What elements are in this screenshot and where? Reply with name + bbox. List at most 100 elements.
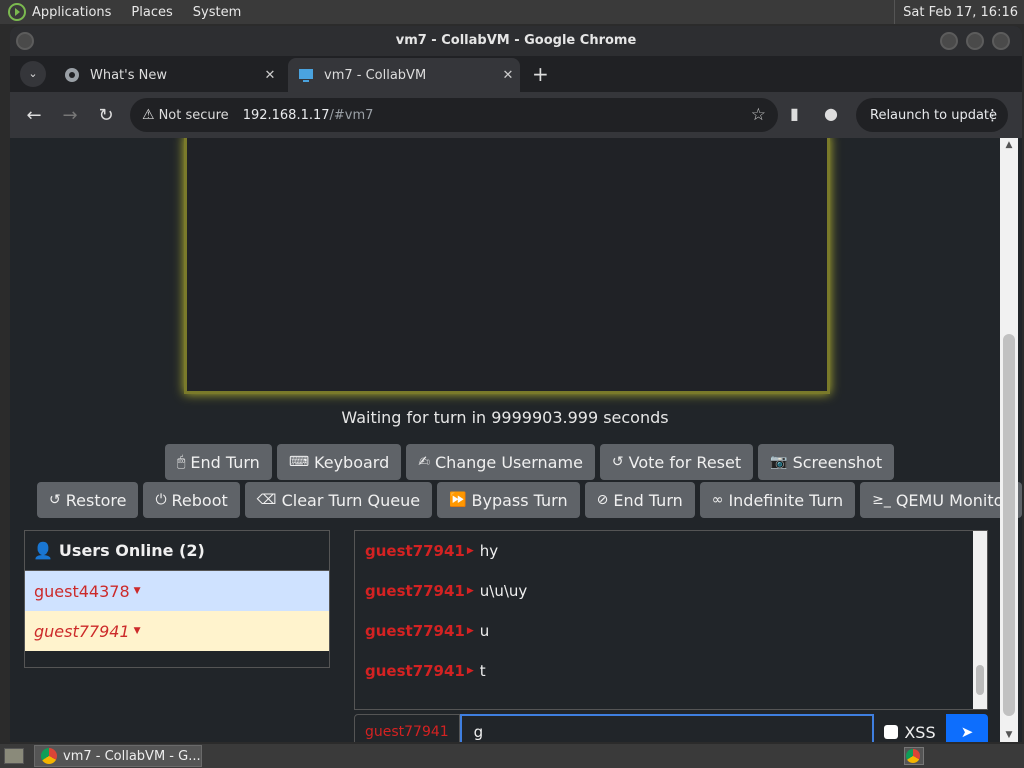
caret-down-icon: ▼ bbox=[133, 626, 141, 636]
vm-actions-row-1: 🖱 End Turn ⌨ Keyboard ✍ Change Username ↺ Vote … bbox=[165, 444, 895, 480]
tab-close-icon[interactable]: ✕ bbox=[496, 68, 520, 83]
chat-message: guest77941 ▶ u\u\uy bbox=[355, 571, 987, 611]
side-panel-icon[interactable]: ▮ bbox=[790, 104, 799, 123]
caret-right-icon: ▶ bbox=[466, 626, 474, 636]
task-label: vm7 - CollabVM - G... bbox=[63, 748, 201, 764]
mouse-icon: 🖱 bbox=[177, 454, 186, 470]
change-username-button[interactable]: ✍ Change Username bbox=[406, 444, 595, 480]
chrome-icon bbox=[65, 68, 79, 82]
chat-username: guest77941 bbox=[354, 714, 460, 742]
reload-icon[interactable]: ↻ bbox=[88, 105, 124, 126]
camera-icon: 📷 bbox=[770, 454, 788, 470]
button-label: Indefinite Turn bbox=[728, 490, 844, 510]
caret-right-icon: ▶ bbox=[466, 666, 474, 676]
back-arrow-icon[interactable]: ← bbox=[16, 105, 52, 126]
xss-label: XSS bbox=[904, 722, 936, 742]
system-menu[interactable]: System bbox=[193, 5, 241, 20]
user-entry[interactable]: guest44378 ▼ bbox=[25, 571, 329, 611]
chat-message-user[interactable]: guest77941 bbox=[365, 662, 465, 680]
chat-message-text: t bbox=[479, 662, 486, 680]
minimize-icon[interactable] bbox=[940, 32, 958, 50]
chat-message-text: hy bbox=[479, 542, 499, 560]
button-label: Bypass Turn bbox=[471, 490, 568, 510]
user-entry[interactable]: guest77941 ▼ bbox=[25, 611, 329, 651]
chat-scrollbar[interactable] bbox=[973, 531, 987, 709]
chat-message: guest77941 ▶ t bbox=[355, 651, 987, 691]
distro-logo-icon[interactable] bbox=[8, 3, 26, 21]
button-label: End Turn bbox=[190, 452, 260, 472]
paper-plane-icon: ➤ bbox=[960, 723, 974, 741]
end-turn-button[interactable]: ⊘ End Turn bbox=[584, 482, 695, 518]
button-label: Screenshot bbox=[792, 452, 883, 472]
page-viewport: Waiting for turn in 9999903.999 seconds … bbox=[10, 138, 1022, 742]
forward-arrow-icon[interactable]: → bbox=[52, 105, 88, 126]
chat-message-user[interactable]: guest77941 bbox=[365, 622, 465, 640]
tab-close-icon[interactable]: ✕ bbox=[258, 68, 282, 83]
window-titlebar[interactable]: vm7 - CollabVM - Google Chrome bbox=[10, 26, 1022, 56]
infinity-icon: ∞ bbox=[711, 492, 724, 508]
warning-icon[interactable]: ⚠ bbox=[142, 107, 155, 123]
relaunch-label: Relaunch to update bbox=[870, 107, 998, 123]
new-tab-plus-icon[interactable]: + bbox=[532, 62, 549, 86]
turn-status: Waiting for turn in 9999903.999 seconds bbox=[341, 408, 669, 427]
button-label: QEMU Monitor bbox=[895, 490, 1010, 510]
tray-chrome-icon[interactable] bbox=[904, 747, 924, 765]
tab-search-chevron-icon[interactable]: ⌄ bbox=[20, 61, 46, 87]
taskbar-chrome-task[interactable]: vm7 - CollabVM - G... bbox=[34, 745, 202, 767]
chat-input[interactable]: g bbox=[459, 714, 875, 742]
vm-display[interactable] bbox=[184, 138, 830, 394]
relaunch-button[interactable]: Relaunch to update ⋮ bbox=[856, 98, 1008, 132]
chat-log[interactable]: guest77941 ▶ hy guest77941 ▶ u\u\uy guest77941… bbox=[354, 530, 988, 710]
show-desktop-icon[interactable] bbox=[4, 748, 24, 764]
screenshot-button[interactable]: 📷 Screenshot bbox=[758, 444, 895, 480]
security-indicator[interactable]: Not secure bbox=[159, 108, 229, 123]
desktop-top-panel: Applications Places System Sat Feb 17, 1… bbox=[0, 0, 1024, 24]
end-turn-button[interactable]: 🖱 End Turn bbox=[165, 444, 272, 480]
forward-icon: ⏩ bbox=[449, 492, 467, 508]
button-label: Restore bbox=[65, 490, 127, 510]
tab-strip: ⌄ What's New ✕ vm7 - CollabVM ✕ + bbox=[10, 56, 1022, 92]
applications-menu[interactable]: Applications bbox=[32, 5, 111, 20]
user-name: guest44378 bbox=[34, 581, 130, 601]
bookmark-star-icon[interactable]: ☆ bbox=[751, 105, 766, 125]
ban-icon: ⊘ bbox=[596, 492, 609, 508]
url-host[interactable]: 192.168.1.17 bbox=[243, 108, 330, 123]
clear-turn-queue-button[interactable]: ⌫ Clear Turn Queue bbox=[244, 482, 433, 518]
indefinite-turn-button[interactable]: ∞ Indefinite Turn bbox=[699, 482, 856, 518]
button-label: End Turn bbox=[613, 490, 683, 510]
chat-message-text: u\u\uy bbox=[479, 582, 528, 600]
xss-toggle[interactable]: XSS bbox=[874, 714, 947, 742]
chat-message-user[interactable]: guest77941 bbox=[365, 542, 465, 560]
page-scrollbar[interactable]: ▲ ▼ bbox=[1000, 138, 1018, 742]
keyboard-button[interactable]: ⌨ Keyboard bbox=[276, 444, 402, 480]
kebab-menu-icon[interactable]: ⋮ bbox=[985, 106, 1000, 124]
panel-clock[interactable]: Sat Feb 17, 16:16 bbox=[894, 0, 1024, 24]
chat-input-bar: guest77941 g XSS ➤ bbox=[354, 714, 988, 742]
reboot-button[interactable]: ⏻ Reboot bbox=[143, 482, 240, 518]
vote-for-reset-button[interactable]: ↺ Vote for Reset bbox=[599, 444, 754, 480]
bypass-turn-button[interactable]: ⏩ Bypass Turn bbox=[437, 482, 580, 518]
window-menu-icon[interactable] bbox=[16, 32, 34, 50]
tab-whats-new[interactable]: What's New ✕ bbox=[54, 58, 282, 92]
button-label: Reboot bbox=[171, 490, 228, 510]
omnibox[interactable]: ⚠ Not secure 192.168.1.17/#vm7 ☆ bbox=[130, 98, 778, 132]
scrollbar-thumb[interactable] bbox=[1003, 334, 1015, 716]
url-path[interactable]: /#vm7 bbox=[330, 108, 374, 123]
chat-message: guest77941 ▶ hy bbox=[355, 531, 987, 571]
profile-avatar-icon[interactable]: ● bbox=[824, 104, 838, 123]
button-label: Change Username bbox=[435, 452, 583, 472]
scroll-up-icon[interactable]: ▲ bbox=[1000, 140, 1018, 150]
restore-button[interactable]: ↺ Restore bbox=[37, 482, 139, 518]
button-label: Keyboard bbox=[314, 452, 390, 472]
xss-checkbox[interactable] bbox=[884, 725, 899, 739]
scroll-down-icon[interactable]: ▼ bbox=[1000, 730, 1018, 740]
qemu-monitor-button[interactable]: ≥_ QEMU Monitor bbox=[860, 482, 1022, 518]
send-button[interactable]: ➤ bbox=[946, 714, 988, 742]
power-icon: ⏻ bbox=[155, 492, 167, 508]
user-icon: 👤 bbox=[33, 541, 53, 560]
tab-collabvm[interactable]: vm7 - CollabVM ✕ bbox=[288, 58, 520, 92]
maximize-icon[interactable] bbox=[966, 32, 984, 50]
places-menu[interactable]: Places bbox=[131, 5, 172, 20]
close-window-icon[interactable] bbox=[992, 32, 1010, 50]
chat-message-user[interactable]: guest77941 bbox=[365, 582, 465, 600]
